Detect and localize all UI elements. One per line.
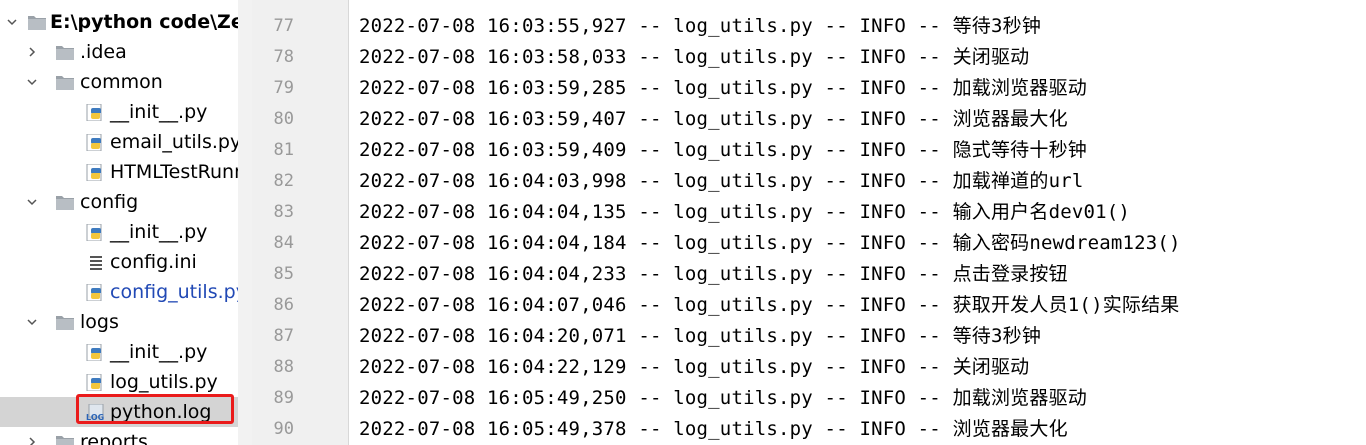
folder-icon bbox=[27, 14, 47, 31]
line-number: 90 bbox=[273, 419, 294, 439]
line-number: 79 bbox=[273, 78, 294, 98]
tree-item-init-py[interactable]: __init__.py bbox=[0, 217, 252, 247]
tree-item-idea[interactable]: .idea bbox=[0, 37, 252, 67]
tree-item-label: common bbox=[80, 71, 163, 93]
tree-item-e-python-code-zenda[interactable]: E:\python code\ZenDa bbox=[0, 7, 252, 37]
tree-item-label: HTMLTestRunne bbox=[110, 161, 252, 183]
python-file-icon bbox=[86, 103, 106, 122]
tree-item-label: log_utils.py bbox=[110, 371, 218, 393]
log-line[interactable]: 2022-07-08 16:04:04,184 -- log_utils.py … bbox=[359, 228, 1181, 259]
tree-item-label: config.ini bbox=[110, 251, 197, 273]
log-line[interactable]: 2022-07-08 16:04:04,233 -- log_utils.py … bbox=[359, 259, 1068, 290]
chevron-right-icon[interactable] bbox=[25, 427, 39, 445]
tree-item-label: __init__.py bbox=[110, 341, 208, 363]
tree-item-label: email_utils.py bbox=[110, 131, 242, 153]
line-number: 81 bbox=[273, 140, 294, 160]
tree-item-log-utils-py[interactable]: log_utils.py bbox=[0, 367, 252, 397]
log-line[interactable]: 2022-07-08 16:05:49,250 -- log_utils.py … bbox=[359, 383, 1087, 414]
tree-item-config[interactable]: config bbox=[0, 187, 252, 217]
tree-item-logs[interactable]: logs bbox=[0, 307, 252, 337]
tree-item-init-py[interactable]: __init__.py bbox=[0, 97, 252, 127]
tree-item-label: E:\python code\ZenDa bbox=[50, 11, 252, 33]
log-line[interactable]: 2022-07-08 16:03:55,927 -- log_utils.py … bbox=[359, 11, 1041, 42]
folder-icon bbox=[55, 314, 75, 331]
tree-item-label: reports bbox=[80, 431, 148, 445]
line-number: 86 bbox=[273, 295, 294, 315]
line-number: 84 bbox=[273, 233, 294, 253]
tree-item-label: config bbox=[80, 191, 139, 213]
log-line[interactable]: 2022-07-08 16:03:59,407 -- log_utils.py … bbox=[359, 104, 1068, 135]
tree-item-reports[interactable]: reports bbox=[0, 427, 252, 445]
tree-item-label: __init__.py bbox=[110, 221, 208, 243]
log-line[interactable]: 2022-07-08 16:03:58,033 -- log_utils.py … bbox=[359, 42, 1029, 73]
tree-scrollbar[interactable] bbox=[238, 0, 252, 445]
folder-icon bbox=[55, 74, 75, 91]
chevron-down-icon[interactable] bbox=[25, 307, 39, 337]
tree-item-htmltestrunne[interactable]: HTMLTestRunne bbox=[0, 157, 252, 187]
line-number: 85 bbox=[273, 264, 294, 284]
log-line[interactable]: 2022-07-08 16:04:22,129 -- log_utils.py … bbox=[359, 352, 1029, 383]
python-file-icon bbox=[86, 163, 106, 182]
log-line[interactable]: 2022-07-08 16:03:59,285 -- log_utils.py … bbox=[359, 73, 1087, 104]
tree-item-label: .idea bbox=[80, 41, 127, 63]
folder-icon bbox=[55, 44, 75, 61]
chevron-down-icon[interactable] bbox=[5, 7, 19, 37]
folder-icon bbox=[55, 194, 75, 211]
project-tree: E:\python code\ZenDa .idea common __init__.… bbox=[0, 0, 252, 445]
tree-item-config-ini[interactable]: config.ini bbox=[0, 247, 252, 277]
python-file-icon bbox=[86, 223, 106, 242]
line-number: 78 bbox=[273, 47, 294, 67]
tree-item-init-py[interactable]: __init__.py bbox=[0, 337, 252, 367]
line-number: 82 bbox=[273, 171, 294, 191]
log-line[interactable]: 2022-07-08 16:04:20,071 -- log_utils.py … bbox=[359, 321, 1041, 352]
line-number: 77 bbox=[273, 16, 294, 36]
line-number: 80 bbox=[273, 109, 294, 129]
tree-item-common[interactable]: common bbox=[0, 67, 252, 97]
line-number: 87 bbox=[273, 326, 294, 346]
tree-item-email-utils-py[interactable]: email_utils.py bbox=[0, 127, 252, 157]
line-number: 88 bbox=[273, 357, 294, 377]
config-file-icon bbox=[86, 254, 106, 271]
chevron-down-icon[interactable] bbox=[25, 187, 39, 217]
python-file-icon bbox=[86, 283, 106, 302]
selection-highlight-box bbox=[76, 394, 234, 424]
log-line[interactable]: 2022-07-08 16:04:07,046 -- log_utils.py … bbox=[359, 290, 1180, 321]
python-file-icon bbox=[86, 343, 106, 362]
line-number: 89 bbox=[273, 388, 294, 408]
python-file-icon bbox=[86, 373, 106, 392]
folder-icon bbox=[55, 434, 75, 445]
tree-item-config-utils-py[interactable]: config_utils.py bbox=[0, 277, 252, 307]
line-number: 83 bbox=[273, 202, 294, 222]
tree-item-label: config_utils.py bbox=[110, 281, 247, 303]
log-line[interactable]: 2022-07-08 16:04:04,135 -- log_utils.py … bbox=[359, 197, 1130, 228]
chevron-right-icon[interactable] bbox=[25, 37, 39, 67]
log-line[interactable]: 2022-07-08 16:04:03,998 -- log_utils.py … bbox=[359, 166, 1084, 197]
tree-item-label: __init__.py bbox=[110, 101, 208, 123]
log-line[interactable]: 2022-07-08 16:03:59,409 -- log_utils.py … bbox=[359, 135, 1087, 166]
python-file-icon bbox=[86, 133, 106, 152]
chevron-down-icon[interactable] bbox=[25, 67, 39, 97]
tree-item-label: logs bbox=[80, 311, 119, 333]
log-line[interactable]: 2022-07-08 16:05:49,378 -- log_utils.py … bbox=[359, 414, 1068, 445]
